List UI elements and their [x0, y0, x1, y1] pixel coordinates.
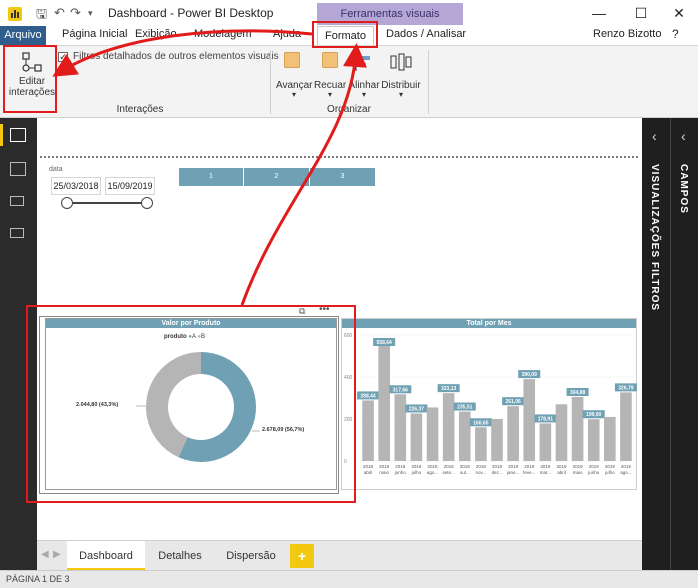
arrow-to-edit-interactions: [52, 29, 313, 77]
arrow-to-formato: [240, 43, 367, 306]
annotation-arrows: [52, 29, 367, 306]
